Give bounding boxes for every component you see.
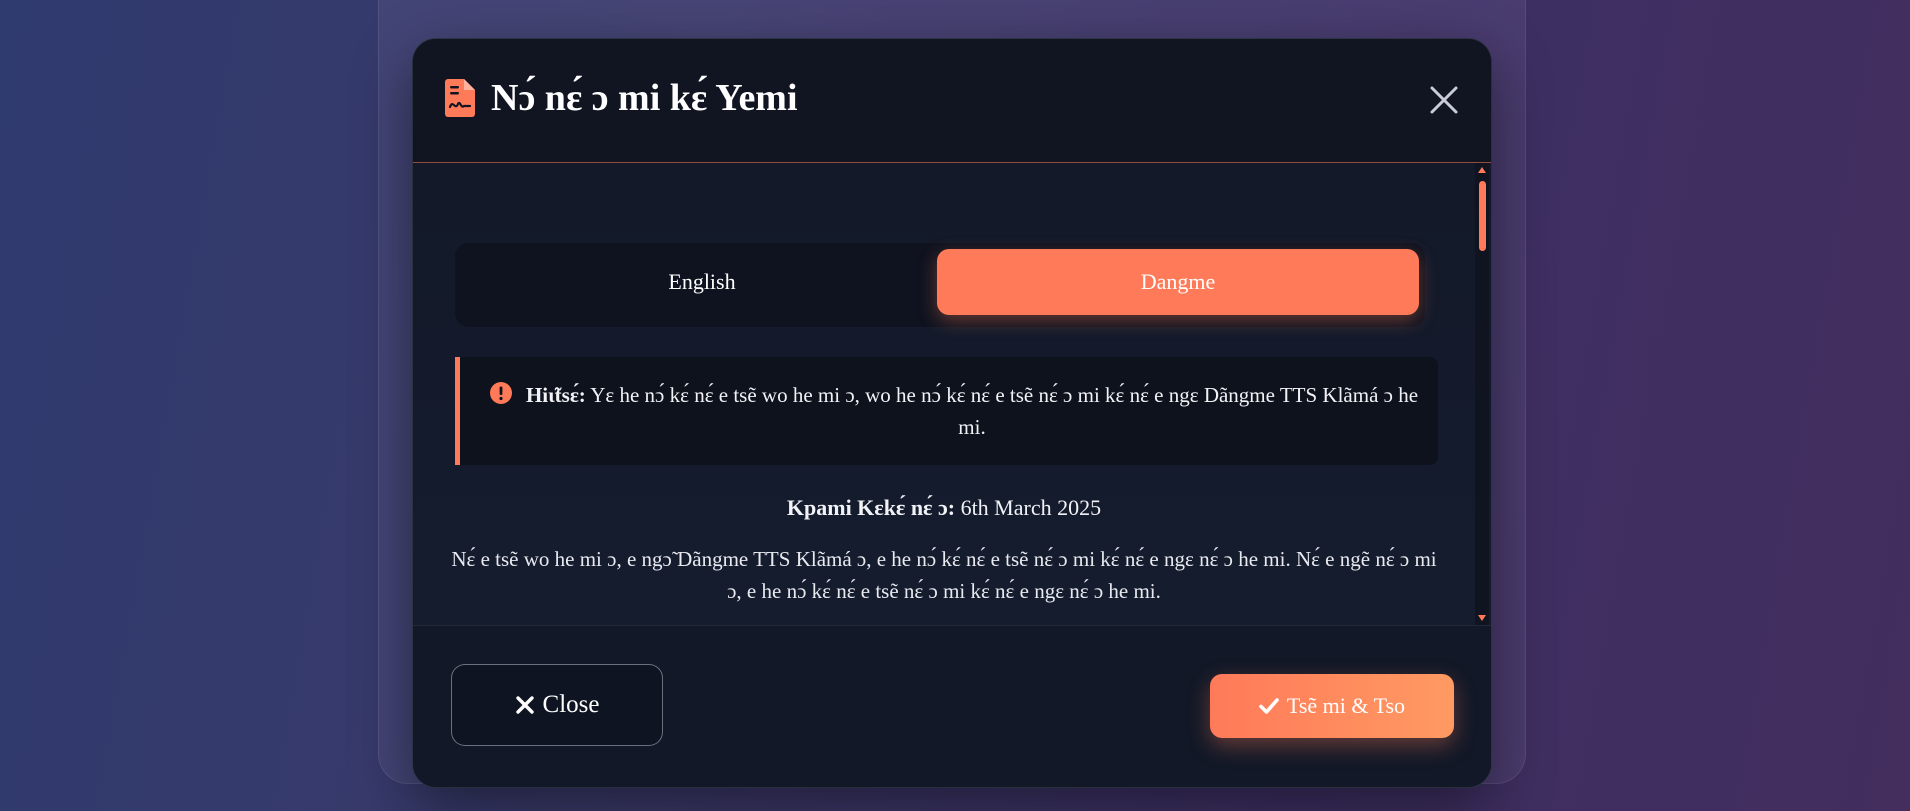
effective-date: Kpami Kɛkɛ́ nɛ́ ɔ: 6th March 2025 <box>413 493 1475 523</box>
warning-body: Yɛ he nɔ́ kɛ́ nɛ́ e tsẽ wo he mi ɔ, wo h… <box>585 383 1419 439</box>
tab-dangme[interactable]: Dangme <box>937 249 1419 315</box>
terms-modal: Nɔ́ nɛ́ ɔ mi kɛ́ Yemi English Dangme Hiɩ… <box>412 38 1492 788</box>
warning-notice: Hiɩ̃tsɛ́: Yɛ he nɔ́ kɛ́ nɛ́ e tsẽ wo he … <box>455 357 1438 465</box>
x-icon <box>515 695 535 715</box>
document-signature-icon <box>445 79 475 117</box>
exclamation-circle-icon <box>489 381 513 405</box>
modal-body: English Dangme Hiɩ̃tsɛ́: Yɛ he nɔ́ kɛ́ n… <box>413 163 1475 625</box>
language-tabs: English Dangme <box>455 243 1425 327</box>
date-label: Kpami Kɛkɛ́ nɛ́ ɔ: <box>786 495 956 520</box>
scroll-down-arrow-icon[interactable] <box>1478 615 1486 621</box>
warning-label: Hiɩ̃tsɛ́: <box>525 383 586 407</box>
date-value: 6th March 2025 <box>955 495 1102 520</box>
scrollbar-thumb[interactable] <box>1479 181 1486 251</box>
accept-button-label: Tsẽ mi & Tso <box>1286 693 1406 718</box>
close-button-label: Close <box>542 691 600 718</box>
check-icon <box>1259 697 1279 715</box>
close-icon[interactable] <box>1427 83 1461 117</box>
close-button[interactable]: Close <box>451 664 663 746</box>
terms-paragraph: Nɛ́ e tsẽ wo he mi ɔ, e ngɔ̃ Dãngme TTS … <box>451 547 1437 603</box>
modal-header: Nɔ́ nɛ́ ɔ mi kɛ́ Yemi <box>413 39 1491 163</box>
modal-title: Nɔ́ nɛ́ ɔ mi kɛ́ Yemi <box>491 77 798 119</box>
scroll-up-arrow-icon[interactable] <box>1478 167 1486 173</box>
accept-button[interactable]: Tsẽ mi & Tso <box>1210 674 1454 738</box>
warning-text: Hiɩ̃tsɛ́: Yɛ he nɔ́ kɛ́ nɛ́ e tsẽ wo he … <box>522 379 1422 443</box>
modal-footer: Close Tsẽ mi & Tso <box>413 625 1491 787</box>
body-scrollbar[interactable] <box>1475 163 1489 625</box>
tab-english[interactable]: English <box>461 249 943 315</box>
